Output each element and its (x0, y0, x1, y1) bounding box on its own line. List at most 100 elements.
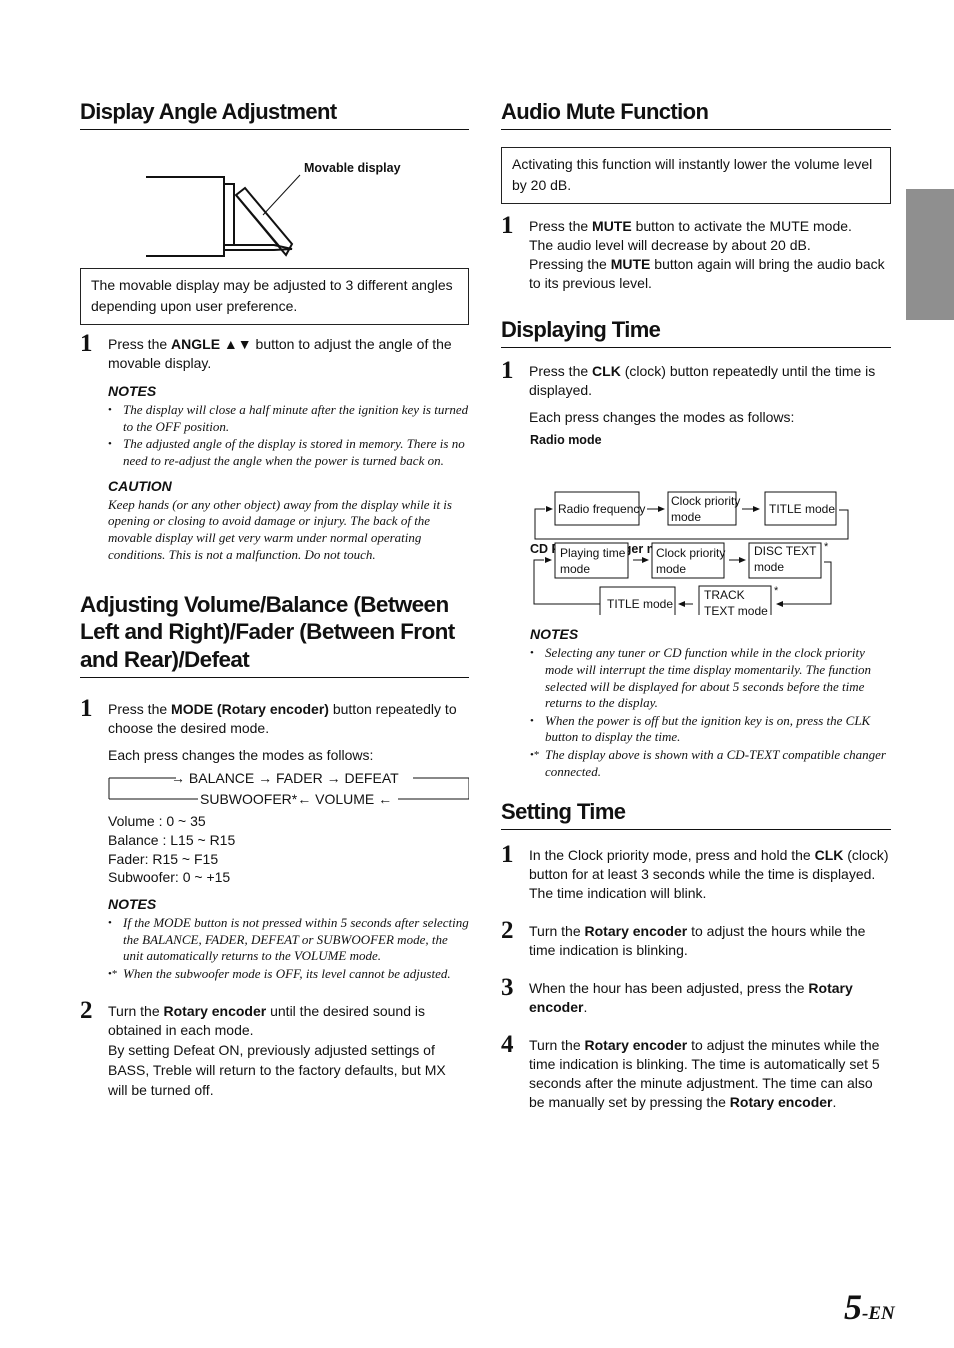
note-item: • The adjusted angle of the display is st… (108, 436, 469, 470)
angle-button-label: ANGLE ▲▼ (171, 336, 252, 352)
volume-mode-flow: → BALANCE → FADER → DEFEAT SUBWOOFER*← V… (80, 767, 470, 813)
clk-button-label: CLK (814, 847, 844, 863)
rotary-encoder-label: Rotary encoder (163, 1003, 267, 1020)
setting-time-step-4: 4 Turn the Rotary encoder to adjust the … (501, 1031, 891, 1112)
display-angle-intro-box: The movable display may be adjusted to 3… (80, 268, 469, 325)
displaying-time-notes-block: NOTES • Selecting any tuner or CD functio… (530, 626, 895, 781)
section-tab-marker (906, 189, 954, 320)
radio-frequency-label: Radio frequency (558, 502, 645, 516)
note-item: • If the MODE button is not pressed withi… (108, 915, 469, 965)
range-subwoofer: Subwoofer: 0 ~ +15 (108, 869, 231, 886)
bullet-icon: • (108, 404, 112, 416)
step-text: In the Clock priority mode, press and ho… (529, 847, 815, 863)
display-angle-notes: • The display will close a half minute af… (108, 402, 469, 470)
track-text-asterisk: * (774, 585, 779, 597)
step-text: Press the (108, 336, 172, 352)
note-item: •* The display above is shown with a CD-T… (530, 747, 895, 781)
cd-mode-diagram: Playing time mode Clock priority mode DI… (533, 541, 832, 615)
display-bezel (224, 183, 235, 246)
display-angle-heading: Display Angle Adjustment (80, 98, 469, 130)
step-text: When the hour has been adjusted, press t… (529, 980, 809, 996)
setting-time-heading: Setting Time (501, 798, 891, 830)
bullet-star-icon: •* (108, 967, 118, 980)
disc-text-label-2: mode (754, 560, 784, 574)
step-subtext: Each press changes the modes as follows: (529, 409, 795, 425)
arrow-head (642, 557, 649, 563)
note-text: The adjusted angle of the display is sto… (123, 436, 465, 468)
volume-step-2: 2 Turn the Rotary encoder until the desi… (80, 997, 469, 1100)
note-text: The display above is shown with a CD-TEX… (545, 746, 886, 779)
setting-time-step-3: 3 When the hour has been adjusted, press… (501, 974, 891, 1017)
note-text: When the power is off but the ignition k… (545, 712, 871, 745)
step-text: button to activate the MUTE mode. (631, 218, 852, 234)
mute-intro-box: Activating this function will instantly … (501, 147, 891, 204)
step-subtext: Each press changes the modes as follows: (108, 747, 374, 764)
clock-priority-label-1: Clock priority (671, 494, 740, 508)
range-volume: Volume : 0 ~ 35 (108, 813, 206, 830)
step-number: 2 (80, 997, 93, 1025)
right-column: Audio Mute Function Activating this func… (501, 98, 891, 608)
caution-heading: CAUTION (108, 477, 172, 494)
bullet-icon: • (108, 438, 112, 451)
arrow-head (753, 506, 760, 512)
flow-top-text: → BALANCE → FADER → DEFEAT (171, 770, 399, 786)
clk-button-label: CLK (592, 363, 621, 379)
step-text: Pressing the (529, 256, 611, 272)
note-text: The display will close a half minute aft… (123, 402, 469, 434)
range-list: Volume : 0 ~ 35 Balance : L15 ~ R15 Fade… (108, 812, 469, 886)
note-text: When the subwoofer mode is OFF, its leve… (123, 965, 451, 981)
clock-priority-label-2: mode (656, 562, 686, 576)
step-text: Turn the (529, 1037, 585, 1053)
rotary-encoder-label: Rotary encoder (729, 1094, 833, 1110)
title-mode-label: TITLE mode (607, 597, 673, 611)
arrow-head (739, 557, 746, 563)
volume-step-1: 1 Press the MODE (Rotary encoder) button… (80, 695, 470, 983)
step-number: 1 (80, 695, 93, 723)
clock-priority-label-1: Clock priority (656, 546, 725, 560)
arrow-head (545, 557, 552, 563)
volume-heading: Adjusting Volume/Balance (Between Left a… (80, 591, 469, 679)
step-number: 1 (501, 841, 514, 868)
step-number: 4 (501, 1031, 514, 1058)
displaying-time-notes: • Selecting any tuner or CD function whil… (530, 645, 895, 780)
rotary-encoder-label: Rotary encoder (584, 923, 688, 939)
track-text-label-2: TEXT mode (704, 604, 768, 615)
step-number: 3 (501, 974, 514, 1001)
step-text: Turn the (529, 923, 585, 939)
step-text: . (583, 999, 588, 1015)
movable-display-label: Movable display (304, 161, 401, 175)
arrow-head (678, 601, 685, 607)
step-number: 1 (80, 330, 93, 357)
step-number: 2 (501, 917, 514, 944)
label-leader-line (262, 174, 301, 216)
title-mode-label: TITLE mode (769, 502, 835, 516)
mute-step-1: 1 Press the MUTE button to activate the … (501, 212, 891, 293)
rotary-encoder-label: Rotary encoder (584, 1037, 688, 1053)
mute-button-label: MUTE (610, 256, 651, 272)
volume-notes: • If the MODE button is not pressed withi… (108, 915, 469, 983)
note-text: If the MODE button is not pressed within… (123, 914, 469, 964)
note-text: Selecting any tuner or CD function while… (545, 645, 872, 711)
arrow-head (546, 506, 553, 512)
disc-text-asterisk: * (824, 541, 829, 553)
mode-button-label: MODE (Rotary encoder) (171, 701, 329, 718)
movable-display-illustration: Movable display (146, 161, 401, 257)
notes-heading: NOTES (108, 895, 157, 912)
displaying-time-heading: Displaying Time (501, 316, 891, 348)
setting-time-step-1: 1 In the Clock priority mode, press and … (501, 841, 891, 903)
bullet-star-icon: •* (530, 748, 540, 761)
setting-time-section: Setting Time 1 In the Clock priority mod… (501, 798, 891, 1112)
volume-flow-diagram: → BALANCE → FADER → DEFEAT SUBWOOFER*← V… (108, 770, 470, 807)
playing-time-label-2: mode (560, 562, 590, 576)
displaying-time-step-1: 1 Press the CLK (clock) button repeatedl… (501, 357, 891, 427)
note-item: • When the power is off but the ignition … (530, 713, 895, 747)
bullet-icon: • (530, 714, 534, 727)
note-item: • Selecting any tuner or CD function whil… (530, 645, 895, 712)
setting-time-step-2: 2 Turn the Rotary encoder to adjust the … (501, 917, 891, 960)
range-balance: Balance : L15 ~ R15 (108, 831, 236, 848)
audio-mute-heading: Audio Mute Function (501, 98, 891, 130)
step-text: Press the (108, 701, 172, 718)
disc-text-label-1: DISC TEXT (754, 544, 817, 558)
note-item: • The display will close a half minute af… (108, 402, 469, 436)
display-angle-step-1: 1 Press the ANGLE ▲▼ button to adjust th… (80, 330, 469, 564)
